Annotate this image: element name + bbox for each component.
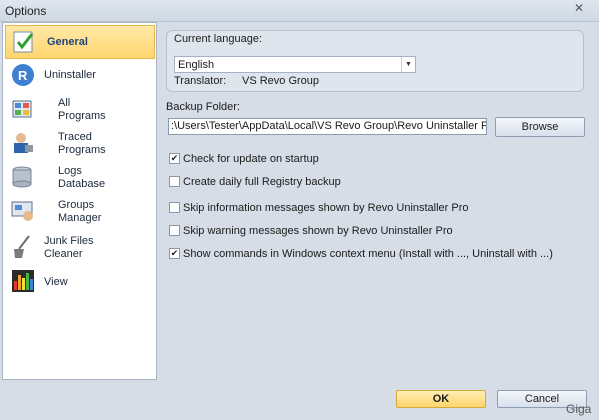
- current-language-label: Current language:: [174, 33, 263, 45]
- language-dropdown[interactable]: English ▼: [174, 56, 416, 73]
- chevron-down-icon[interactable]: ▼: [401, 57, 415, 72]
- skip-warning-messages-label: Skip warning messages shown by Revo Unin…: [183, 225, 453, 237]
- sidebar-item-label: Traced Programs: [58, 131, 106, 156]
- equalizer-icon: [12, 270, 34, 292]
- sidebar-item-label: Logs Database: [58, 165, 106, 190]
- sidebar-item-label: General: [47, 36, 88, 48]
- skip-warning-messages-checkbox[interactable]: [169, 225, 180, 236]
- sidebar-item-traced-programs[interactable]: Traced Programs: [3, 127, 156, 161]
- language-selected-value: English: [178, 59, 215, 71]
- broom-icon: [14, 235, 30, 258]
- check-for-update-label: Check for update on startup: [183, 153, 319, 165]
- context-menu-commands-label: Show commands in Windows context menu (I…: [183, 248, 553, 260]
- revo-uninstaller-icon: R: [12, 64, 34, 86]
- translator-label: Translator:: [174, 75, 227, 87]
- sidebar-item-uninstaller[interactable]: R Uninstaller: [3, 59, 156, 93]
- skip-info-messages-checkbox[interactable]: [169, 202, 180, 213]
- daily-registry-backup-checkbox[interactable]: [169, 176, 180, 187]
- close-icon[interactable]: ✕: [569, 1, 589, 16]
- ok-button[interactable]: OK: [396, 390, 486, 408]
- sidebar: General R Uninstaller All Programs Trace…: [2, 22, 157, 380]
- dialog-footer: OK Cancel Giga: [0, 380, 599, 420]
- svg-text:R: R: [18, 68, 28, 83]
- database-icon: [12, 166, 32, 188]
- watermark: Giga: [566, 402, 592, 416]
- sidebar-item-view[interactable]: View: [3, 263, 156, 297]
- check-for-update-checkbox[interactable]: ✔: [169, 153, 180, 164]
- context-menu-commands-checkbox[interactable]: ✔: [169, 248, 180, 259]
- sidebar-item-label: Groups Manager: [58, 199, 102, 224]
- checkmark-document-icon: [13, 31, 34, 53]
- sidebar-item-all-programs[interactable]: All Programs: [3, 93, 156, 127]
- sidebar-item-label: Uninstaller: [44, 69, 96, 81]
- sidebar-item-general[interactable]: General: [5, 25, 155, 59]
- window-title: Options: [5, 4, 47, 18]
- skip-info-messages-label: Skip information messages shown by Revo …: [183, 202, 469, 214]
- sidebar-item-logs-database[interactable]: Logs Database: [3, 161, 156, 195]
- daily-registry-backup-label: Create daily full Registry backup: [183, 176, 341, 188]
- browse-button[interactable]: Browse: [495, 117, 585, 137]
- translator-value: VS Revo Group: [242, 75, 320, 87]
- traced-programs-icon: [14, 133, 33, 153]
- options-panel: Current language: English ▼ Translator: …: [158, 22, 595, 380]
- title-bar: Options ✕: [0, 0, 599, 22]
- all-programs-icon: [12, 100, 32, 118]
- language-group: Current language: English ▼ Translator: …: [166, 30, 584, 92]
- groups-manager-icon: [11, 201, 33, 221]
- sidebar-item-label: View: [44, 276, 68, 288]
- sidebar-item-junk-files-cleaner[interactable]: Junk Files Cleaner: [3, 229, 156, 263]
- sidebar-item-label: Junk Files Cleaner: [44, 235, 94, 260]
- backup-folder-label: Backup Folder:: [166, 101, 240, 113]
- sidebar-item-groups-manager[interactable]: Groups Manager: [3, 195, 156, 229]
- sidebar-item-label: All Programs: [58, 97, 106, 122]
- backup-folder-field[interactable]: :\Users\Tester\AppData\Local\VS Revo Gro…: [168, 118, 487, 135]
